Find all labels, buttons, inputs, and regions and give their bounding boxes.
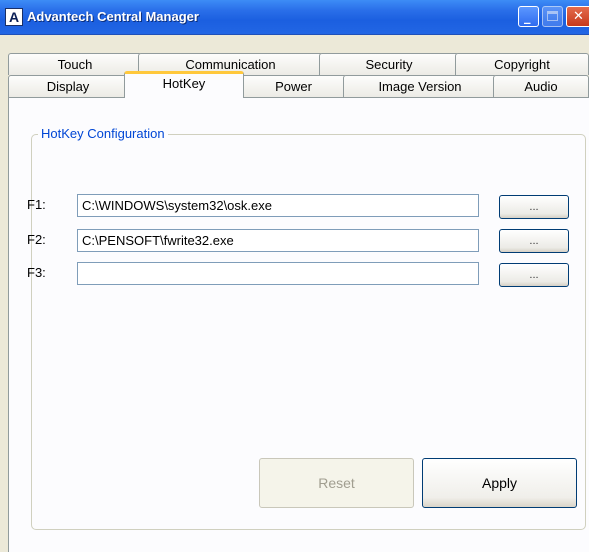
- tab-security[interactable]: Security: [319, 53, 459, 75]
- f3-path-input[interactable]: [77, 262, 479, 285]
- main-window: A Advantech Central Manager _ ✕ Touch Co…: [0, 0, 589, 552]
- tab-power[interactable]: Power: [240, 75, 347, 97]
- tab-image-version[interactable]: Image Version: [343, 75, 497, 97]
- f2-label: F2:: [27, 232, 46, 247]
- tab-touch[interactable]: Touch: [8, 53, 142, 75]
- tab-display[interactable]: Display: [8, 75, 128, 97]
- tab-audio[interactable]: Audio: [493, 75, 589, 97]
- group-title: HotKey Configuration: [38, 126, 168, 141]
- close-icon: ✕: [573, 9, 584, 24]
- maximize-icon: [547, 11, 558, 21]
- window-title: Advantech Central Manager: [27, 9, 199, 24]
- tab-copyright[interactable]: Copyright: [455, 53, 589, 75]
- minimize-button[interactable]: _: [518, 6, 539, 27]
- maximize-button: [542, 6, 563, 27]
- f3-browse-button[interactable]: ...: [499, 263, 569, 287]
- f2-path-input[interactable]: C:\PENSOFT\fwrite32.exe: [77, 229, 479, 252]
- f1-label: F1:: [27, 197, 46, 212]
- f1-browse-button[interactable]: ...: [499, 195, 569, 219]
- f1-path-input[interactable]: C:\WINDOWS\system32\osk.exe: [77, 194, 479, 217]
- minimize-icon: _: [524, 10, 531, 25]
- hotkey-panel: HotKey Configuration F1: C:\WINDOWS\syst…: [8, 97, 589, 552]
- f2-browse-button[interactable]: ...: [499, 229, 569, 253]
- app-logo-icon: A: [5, 8, 23, 26]
- f3-label: F3:: [27, 265, 46, 280]
- tab-hotkey[interactable]: HotKey: [124, 71, 244, 98]
- close-button[interactable]: ✕: [566, 6, 589, 27]
- title-bar[interactable]: A Advantech Central Manager _ ✕: [0, 0, 589, 35]
- reset-button: Reset: [259, 458, 414, 508]
- apply-button[interactable]: Apply: [422, 458, 577, 508]
